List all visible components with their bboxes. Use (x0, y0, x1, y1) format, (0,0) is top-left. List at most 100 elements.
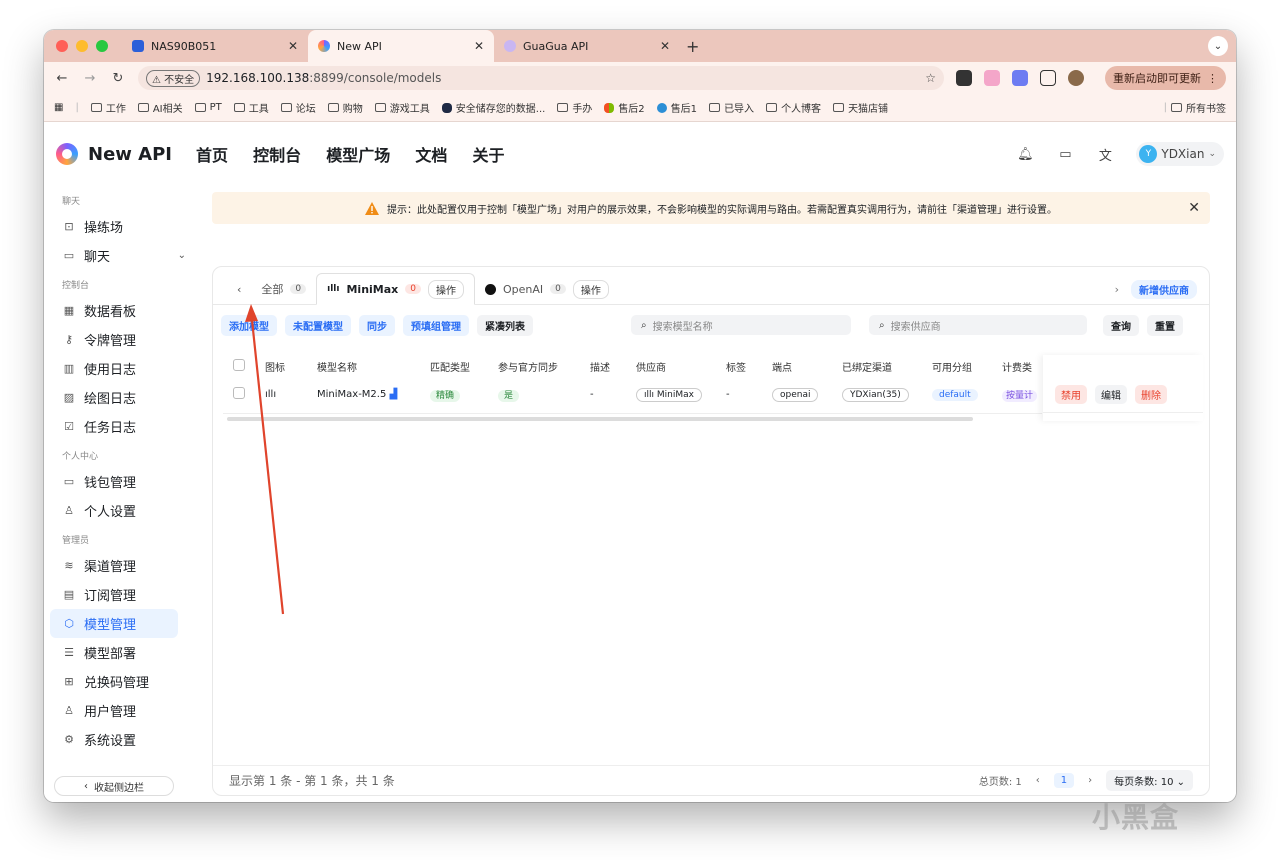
chevron-right-icon[interactable]: › (1115, 283, 1119, 296)
minimize-window-button[interactable] (76, 40, 88, 52)
bookmark-item[interactable]: 购物 (327, 100, 363, 115)
forward-arrow-icon[interactable]: → (82, 71, 98, 86)
search-placeholder: 搜索模型名称 (652, 321, 713, 333)
address-bar[interactable]: ⚠ 不安全 192.168.100.138:8899/console/model… (138, 66, 944, 90)
sidebar-item-channels[interactable]: ≋ 渠道管理 (50, 551, 178, 580)
page-size-select[interactable]: 每页条数: 10 ⌄ (1106, 770, 1193, 791)
bookmark-item[interactable]: AI相关 (137, 100, 183, 115)
tab-openai[interactable]: OpenAI 0 操作 (475, 274, 619, 304)
add-model-button[interactable]: 添加模型 (221, 314, 277, 336)
chevron-left-icon[interactable]: ‹ (1036, 775, 1040, 786)
user-menu[interactable]: Y YDXian ⌄ (1136, 142, 1224, 166)
select-all-checkbox[interactable] (233, 358, 245, 371)
bookmark-item[interactable]: 售后1 (656, 100, 697, 115)
tab-minimax[interactable]: ıllı MiniMax 0 操作 (316, 273, 476, 305)
sidebar-item-tokens[interactable]: ⚷ 令牌管理 (50, 325, 178, 354)
browser-tab-guagua[interactable]: GuaGua API ✕ (494, 30, 680, 62)
bookmark-item[interactable]: 天猫店铺 (833, 100, 888, 115)
row-checkbox[interactable] (233, 387, 245, 400)
sidebar-item-wallet[interactable]: ▭ 钱包管理 (50, 467, 178, 496)
page-button-current[interactable]: 1 (1053, 773, 1075, 788)
browser-tab-nas[interactable]: NAS90B051 ✕ (122, 30, 308, 62)
brand-name[interactable]: New API (88, 144, 172, 165)
search-vendor-input[interactable]: ⌕ 搜索供应商 (869, 315, 1087, 335)
monitor-icon[interactable]: ▭ (1056, 145, 1074, 163)
bookmark-item[interactable]: 工作 (90, 100, 126, 115)
apps-grid-icon[interactable]: ▦ (54, 102, 63, 113)
disable-button[interactable]: 禁用 (1055, 385, 1087, 404)
profile-avatar[interactable] (1068, 70, 1084, 86)
nav-console[interactable]: 控制台 (253, 146, 301, 165)
bookmark-item[interactable]: 论坛 (280, 100, 316, 115)
bookmark-item[interactable]: 售后2 (604, 100, 645, 115)
close-window-button[interactable] (56, 40, 68, 52)
sidebar-item-personal-settings[interactable]: ♙ 个人设置 (50, 496, 178, 525)
sidebar-item-redeem-codes[interactable]: ⊞ 兑换码管理 (50, 667, 178, 696)
not-secure-badge[interactable]: ⚠ 不安全 (146, 69, 201, 87)
relaunch-update-button[interactable]: 重新启动即可更新 ⋮ (1105, 66, 1226, 90)
unconfigured-models-button[interactable]: 未配置模型 (285, 314, 351, 336)
browser-tab-newapi[interactable]: New API ✕ (308, 30, 494, 62)
prefill-groups-button[interactable]: 预填组管理 (403, 314, 469, 336)
extension-icon[interactable] (1012, 70, 1028, 86)
sidebar-item-drawing-logs[interactable]: ▨ 绘图日志 (50, 383, 178, 412)
collapse-sidebar-button[interactable]: ‹ 收起侧边栏 (54, 776, 174, 796)
bookmark-label: 购物 (342, 104, 363, 115)
all-bookmarks[interactable]: | 所有书签 (1164, 100, 1226, 115)
search-model-input[interactable]: ⌕ 搜索模型名称 (631, 315, 851, 335)
reload-icon[interactable]: ↻ (110, 71, 126, 86)
extensions-puzzle-icon[interactable] (1040, 70, 1056, 86)
bookmark-item[interactable]: 工具 (233, 100, 269, 115)
tab-search-chevron-icon[interactable]: ⌄ (1208, 36, 1228, 56)
sidebar-item-task-logs[interactable]: ☑ 任务日志 (50, 412, 178, 441)
vendor-operate-button[interactable]: 操作 (572, 279, 609, 299)
close-tab-icon[interactable]: ✕ (660, 39, 670, 53)
sidebar-item-dashboard[interactable]: ▦ 数据看板 (50, 296, 178, 325)
translate-icon[interactable]: 文 (1096, 145, 1114, 164)
bookmark-item[interactable]: PT (194, 102, 222, 113)
delete-button[interactable]: 删除 (1135, 385, 1167, 404)
bookmark-item[interactable]: 游戏工具 (374, 100, 430, 115)
horizontal-scrollbar[interactable] (227, 417, 973, 421)
browser-tab-strip: NAS90B051 ✕ New API ✕ GuaGua API ✕ + ⌄ (44, 30, 1236, 62)
close-tab-icon[interactable]: ✕ (474, 39, 484, 53)
bookmark-item[interactable]: 已导入 (709, 100, 754, 115)
reset-button[interactable]: 重置 (1147, 314, 1183, 336)
nav-about[interactable]: 关于 (472, 146, 504, 165)
sidebar-item-users[interactable]: ♙ 用户管理 (50, 696, 178, 725)
sidebar-item-deployment[interactable]: ☰ 模型部署 (50, 638, 178, 667)
query-button[interactable]: 查询 (1103, 314, 1139, 336)
sidebar-item-models[interactable]: ⬡ 模型管理 (50, 609, 178, 638)
close-icon[interactable]: ✕ (1188, 200, 1200, 216)
extension-icon[interactable] (956, 70, 972, 86)
sync-button[interactable]: 同步 (359, 314, 395, 336)
sidebar-item-system-settings[interactable]: ⚙ 系统设置 (50, 725, 178, 754)
sidebar-item-usage-logs[interactable]: ▥ 使用日志 (50, 354, 178, 383)
compact-list-button[interactable]: 紧凑列表 (477, 314, 533, 336)
tabs-scroll-left[interactable]: ‹ (227, 274, 251, 304)
bookmark-item[interactable]: 个人博客 (766, 100, 821, 115)
bookmark-item[interactable]: 安全储存您的数据... (441, 100, 545, 115)
extension-icon[interactable] (984, 70, 1000, 86)
bookmark-item[interactable]: 手办 (557, 100, 592, 115)
nav-docs[interactable]: 文档 (415, 146, 447, 165)
copy-icon[interactable]: ▟ (390, 389, 398, 400)
nav-model-square[interactable]: 模型广场 (326, 146, 390, 165)
cube-icon: ⬡ (64, 617, 74, 630)
tab-all[interactable]: 全部 0 (251, 274, 316, 304)
bookmark-star-icon[interactable]: ☆ (925, 71, 936, 85)
nav-home[interactable]: 首页 (196, 146, 228, 165)
bell-icon[interactable]: 🔔︎ (1016, 145, 1034, 163)
new-tab-icon[interactable]: + (686, 37, 699, 56)
chevron-right-icon[interactable]: › (1088, 775, 1092, 786)
zoom-window-button[interactable] (96, 40, 108, 52)
sidebar-item-playground[interactable]: ⊡ 操练场 (50, 212, 178, 241)
vendor-operate-button[interactable]: 操作 (428, 279, 465, 299)
back-arrow-icon[interactable]: ← (54, 71, 70, 86)
add-vendor-button[interactable]: 新增供应商 (1131, 279, 1197, 299)
newapi-logo-icon[interactable] (56, 143, 78, 165)
sidebar-item-subscriptions[interactable]: ▤ 订阅管理 (50, 580, 178, 609)
edit-button[interactable]: 编辑 (1095, 385, 1127, 404)
close-tab-icon[interactable]: ✕ (288, 39, 298, 53)
sidebar-item-chat[interactable]: ▭ 聊天 ⌄ (50, 241, 186, 270)
